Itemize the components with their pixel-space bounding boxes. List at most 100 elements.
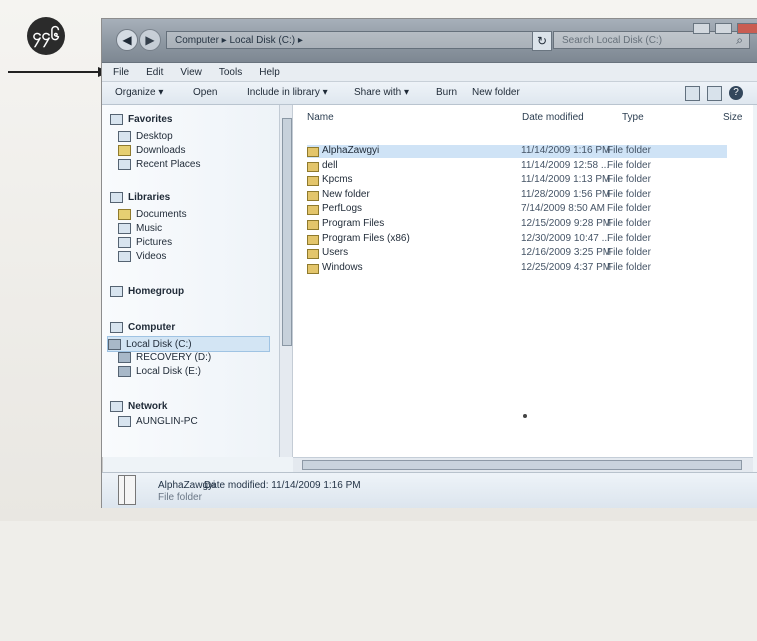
folder-icon [307,220,319,230]
toolbar-include-in-library-button[interactable]: Include in library ▾ [247,87,328,98]
folder-icon [307,176,319,187]
maximize-button[interactable] [715,23,732,34]
menu-pointer-arrow [8,67,110,77]
toolbar-open-button[interactable]: Open [193,87,217,98]
scroll-thumb[interactable] [282,118,292,346]
file-type: File folder [607,203,651,215]
toolbar-share-with-button[interactable]: Share with ▾ [354,87,409,98]
sidebar-item-label: Favorites [128,113,173,125]
menu-bar: File Edit View Tools Help [102,63,757,82]
sidebar-item-label: Local Disk (E:) [136,365,202,377]
sidebar-item-label: Homegroup [128,285,185,297]
file-name: Windows [322,261,363,273]
navigation-pane: Favorites Desktop Downloads Recent Places Li… [102,105,280,457]
sidebar-item-label: Videos [136,250,167,262]
file-name: AlphaZawgyi [322,145,380,156]
toolbar-new-folder-button[interactable]: New folder [472,87,520,98]
file-type: File folder [607,188,651,200]
file-row[interactable]: Program Files (x86) 12/30/2009 10:47 ... F… [307,233,727,246]
forward-arrow-icon[interactable]: ▶ [139,29,161,51]
star-icon [110,113,123,125]
sidebar-item-label: RECOVERY (D:) [136,351,212,363]
sidebar-item-label: Local Disk (C:) [126,338,192,350]
sidebar-item-aunglin-pc[interactable]: AUNGLIN-PC [118,414,198,428]
sidebar-item-libraries[interactable]: Libraries [110,190,170,204]
command-toolbar: ? Organize ▾ Open Include in library ▾ Shar… [102,82,757,105]
library-icon [110,191,123,203]
horizontal-scroll-thumb[interactable] [302,460,742,470]
sidebar-item-homegroup[interactable]: Homegroup [110,284,184,298]
type-column-header[interactable]: Type [622,112,644,138]
minimize-button[interactable] [693,23,710,34]
sidebar-item-downloads[interactable]: Downloads [118,143,185,157]
file-date-modified: 12/30/2009 10:47 ... [521,232,610,244]
folder-icon [118,475,136,505]
sidebar-item-music[interactable]: Music [118,221,162,235]
drive-icon [108,338,121,350]
sidebar-item-pictures[interactable]: Pictures [118,235,172,249]
refresh-icon[interactable]: ↻ [532,31,552,51]
file-name: New folder [322,188,370,200]
toolbar-organize-button[interactable]: Organize ▾ [115,87,163,98]
sidebar-item-videos[interactable]: Videos [118,249,166,263]
sidebar-item-network[interactable]: Network [110,399,167,413]
menu-help[interactable]: Help [259,67,280,78]
help-icon[interactable]: ? [729,86,743,100]
drive-icon [118,365,131,377]
file-date-modified: 11/28/2009 1:56 PM [521,188,611,200]
sidebar-item-recent-places[interactable]: Recent Places [118,157,200,171]
details-pane: AlphaZawgyi Date modified: 11/14/2009 1:… [102,472,757,508]
file-date-modified: 12/15/2009 9:28 PM [521,218,612,229]
sidebar-item-recovery-d[interactable]: RECOVERY (D:) [118,350,211,364]
close-button[interactable] [737,23,757,34]
sidebar-item-desktop[interactable]: Desktop [118,129,173,143]
file-name: Program Files [322,218,385,229]
name-column-header[interactable]: Name [307,112,334,138]
file-date-modified: 11/14/2009 1:16 PM [521,145,611,156]
size-column-header[interactable]: Size [723,112,742,138]
file-type: File folder [607,247,651,259]
file-row[interactable]: Users 12/16/2009 3:25 PM File folder [307,247,727,260]
back-arrow-icon[interactable]: ◀ [116,29,138,51]
file-row[interactable]: PerfLogs 7/14/2009 8:50 AM File folder [307,203,727,216]
view-controls: ? [685,86,743,101]
menu-edit[interactable]: Edit [146,67,163,78]
download-icon [118,144,131,156]
sidebar-item-local-disk-e[interactable]: Local Disk (E:) [118,364,201,378]
sidebar-item-label: AUNGLIN-PC [136,415,198,427]
network-icon [110,400,123,412]
file-row[interactable]: New folder 11/28/2009 1:56 PM File folder [307,189,727,202]
file-explorer-window: ◀ ▶ Computer ▸ Local Disk (C:) ▸ ↻ Searc… [101,18,757,508]
file-row[interactable]: AlphaZawgyi 11/14/2009 1:16 PM File folder [307,145,727,158]
file-type: File folder [607,145,651,156]
file-name: Program Files (x86) [322,232,410,244]
sidebar-item-computer[interactable]: Computer [110,320,175,334]
sidebar-item-documents[interactable]: Documents [118,207,187,221]
desktop-icon [118,130,131,142]
sidebar-item-label: Libraries [128,191,171,203]
file-type: File folder [607,159,651,171]
file-row[interactable]: Kpcms 11/14/2009 1:13 PM File folder [307,174,727,187]
pictures-icon [118,236,131,248]
recent-icon [118,158,131,170]
documents-icon [118,208,131,220]
selected-item-date: Date modified: 11/14/2009 1:16 PM [204,480,361,491]
navigation-scrollbar[interactable] [280,105,293,457]
file-name: Users [322,247,349,259]
menu-tools[interactable]: Tools [219,67,242,78]
file-row[interactable]: dell 11/14/2009 12:58 ... File folder [307,160,727,173]
address-bar[interactable]: Computer ▸ Local Disk (C:) ▸ [166,31,549,49]
view-icon[interactable] [685,86,700,101]
date-modified-column-header[interactable]: Date modified [522,112,584,138]
computer-icon [110,321,123,333]
horizontal-scrollbar[interactable] [293,457,753,472]
file-type: File folder [607,174,651,186]
preview-pane-icon[interactable] [707,86,722,101]
menu-view[interactable]: View [180,67,202,78]
file-date-modified: 7/14/2009 8:50 AM [521,203,605,215]
menu-file[interactable]: File [113,67,129,78]
file-row[interactable]: Windows 12/25/2009 4:37 PM File folder [307,262,727,275]
toolbar-burn-button[interactable]: Burn [436,87,457,98]
sidebar-item-favorites[interactable]: Favorites [110,112,172,126]
file-row[interactable]: Program Files 12/15/2009 9:28 PM File fold… [307,218,727,231]
